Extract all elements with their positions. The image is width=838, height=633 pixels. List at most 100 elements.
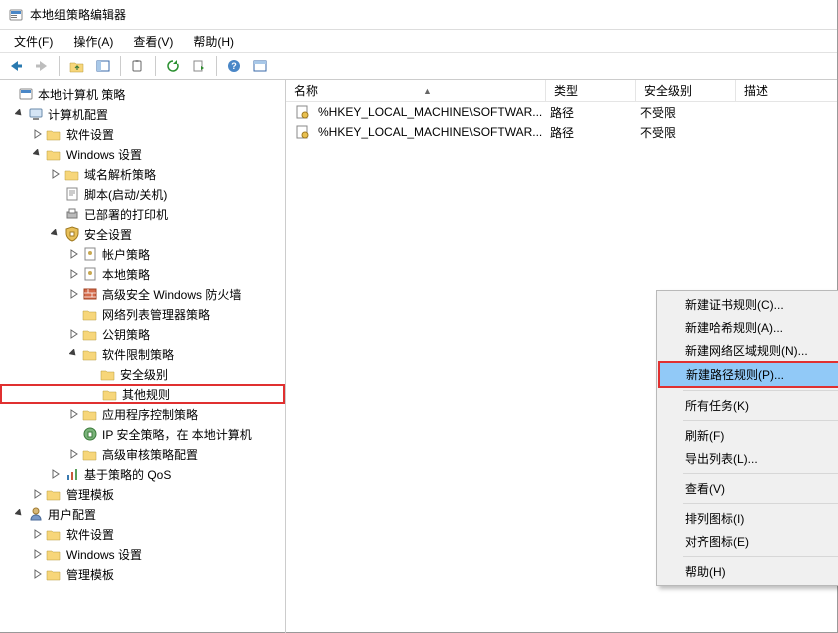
tree-label: Windows 设置 <box>66 146 142 163</box>
expand-icon[interactable] <box>50 468 62 480</box>
properties-button[interactable] <box>248 54 272 78</box>
cell-type: 路径 <box>546 104 636 121</box>
menu-file[interactable]: 文件(F) <box>6 31 61 52</box>
tree-label: 软件设置 <box>66 526 114 543</box>
tree-user-software[interactable]: 软件设置 <box>0 524 285 544</box>
nav-forward-button[interactable] <box>30 54 54 78</box>
tree-dns-policy[interactable]: 域名解析策略 <box>0 164 285 184</box>
tree-user-templates[interactable]: 管理模板 <box>0 564 285 584</box>
tree-scripts[interactable]: 脚本(启动/关机) <box>0 184 285 204</box>
expand-icon[interactable] <box>68 268 80 280</box>
menu-action[interactable]: 操作(A) <box>65 31 121 52</box>
tree-label: Windows 设置 <box>66 546 142 563</box>
cm-refresh[interactable]: 刷新(F) <box>659 424 838 447</box>
tree-label: 管理模板 <box>66 566 114 583</box>
tree-windows-settings[interactable]: Windows 设置 <box>0 144 285 164</box>
tree-software-settings[interactable]: 软件设置 <box>0 124 285 144</box>
content-area: 本地计算机 策略 计算机配置 软件设置 <box>0 80 837 633</box>
tree-label: 高级审核策略配置 <box>102 446 198 463</box>
titlebar: 本地组策略编辑器 <box>0 0 837 30</box>
tree-network-list[interactable]: 网络列表管理器策略 <box>0 304 285 324</box>
tree-ip-security[interactable]: IP 安全策略，在 本地计算机 <box>0 424 285 444</box>
expand-icon[interactable] <box>32 128 44 140</box>
cm-arrange-icons[interactable]: 排列图标(I)▶ <box>659 507 838 530</box>
expand-icon[interactable] <box>32 488 44 500</box>
cm-new-cert-rule[interactable]: 新建证书规则(C)... <box>659 293 838 316</box>
folder-icon <box>82 306 98 322</box>
tree-software-restriction[interactable]: 软件限制策略 <box>0 344 285 364</box>
menubar: 文件(F) 操作(A) 查看(V) 帮助(H) <box>0 30 837 52</box>
tree-admin-templates[interactable]: 管理模板 <box>0 484 285 504</box>
copy-button[interactable] <box>126 54 150 78</box>
cm-view[interactable]: 查看(V)▶ <box>659 477 838 500</box>
export-button[interactable] <box>187 54 211 78</box>
tree-user-config[interactable]: 用户配置 <box>0 504 285 524</box>
policy-icon <box>82 246 98 262</box>
tree-user-windows[interactable]: Windows 设置 <box>0 544 285 564</box>
expand-icon[interactable] <box>68 288 80 300</box>
collapse-icon[interactable] <box>50 228 62 240</box>
collapse-icon[interactable] <box>14 508 26 520</box>
tree-local-policies[interactable]: 本地策略 <box>0 264 285 284</box>
tree-label: 管理模板 <box>66 486 114 503</box>
tree-root[interactable]: 本地计算机 策略 <box>0 84 285 104</box>
tree-app-control[interactable]: 应用程序控制策略 <box>0 404 285 424</box>
tree-label: 软件设置 <box>66 126 114 143</box>
printer-icon <box>64 206 80 222</box>
expand-icon[interactable] <box>32 528 44 540</box>
collapse-icon[interactable] <box>14 108 26 120</box>
tree-label: 脚本(启动/关机) <box>84 186 167 203</box>
nav-back-button[interactable] <box>4 54 28 78</box>
column-security-level[interactable]: 安全级别 <box>636 80 736 101</box>
tree-advanced-firewall[interactable]: 高级安全 Windows 防火墙 <box>0 284 285 304</box>
cm-export-list[interactable]: 导出列表(L)... <box>659 447 838 470</box>
folder-icon <box>82 326 98 342</box>
tree-deployed-printers[interactable]: 已部署的打印机 <box>0 204 285 224</box>
help-button[interactable]: ? <box>222 54 246 78</box>
cm-all-tasks[interactable]: 所有任务(K)▶ <box>659 394 838 417</box>
expand-icon[interactable] <box>68 448 80 460</box>
cm-new-zone-rule[interactable]: 新建网络区域规则(N)... <box>659 339 838 362</box>
tree-advanced-audit[interactable]: 高级审核策略配置 <box>0 444 285 464</box>
tree-label: 高级安全 Windows 防火墙 <box>102 286 241 303</box>
cm-new-hash-rule[interactable]: 新建哈希规则(A)... <box>659 316 838 339</box>
tree-security-levels[interactable]: 安全级别 <box>0 364 285 384</box>
tree-account-policies[interactable]: 帐户策略 <box>0 244 285 264</box>
expand-icon[interactable] <box>68 328 80 340</box>
cm-help[interactable]: 帮助(H) <box>659 560 838 583</box>
menu-view[interactable]: 查看(V) <box>125 31 181 52</box>
cm-separator <box>683 556 838 557</box>
tree-security-settings[interactable]: 安全设置 <box>0 224 285 244</box>
column-name[interactable]: 名称▲ <box>286 80 546 101</box>
up-folder-button[interactable] <box>65 54 89 78</box>
collapse-icon[interactable] <box>68 348 80 360</box>
expand-icon[interactable] <box>4 88 16 100</box>
list-header: 名称▲ 类型 安全级别 描述 <box>286 80 837 102</box>
folder-icon <box>82 406 98 422</box>
refresh-button[interactable] <box>161 54 185 78</box>
list-row[interactable]: %HKEY_LOCAL_MACHINE\SOFTWAR... 路径 不受限 <box>286 102 837 122</box>
expand-icon[interactable] <box>68 248 80 260</box>
expand-icon[interactable] <box>68 408 80 420</box>
column-type[interactable]: 类型 <box>546 80 636 101</box>
cm-new-path-rule[interactable]: 新建路径规则(P)... <box>660 363 838 386</box>
tree-other-rules[interactable]: 其他规则 <box>0 384 285 404</box>
show-hide-tree-button[interactable] <box>91 54 115 78</box>
collapse-icon[interactable] <box>32 148 44 160</box>
tree-label: 安全级别 <box>120 366 168 383</box>
tree-public-key[interactable]: 公钥策略 <box>0 324 285 344</box>
tree-computer-config[interactable]: 计算机配置 <box>0 104 285 124</box>
tree-label: 计算机配置 <box>48 106 108 123</box>
cm-align-icons[interactable]: 对齐图标(E) <box>659 530 838 553</box>
column-description[interactable]: 描述 <box>736 80 837 101</box>
tree-label: 其他规则 <box>122 386 170 403</box>
menu-help[interactable]: 帮助(H) <box>185 31 242 52</box>
expand-icon[interactable] <box>32 568 44 580</box>
expand-icon[interactable] <box>32 548 44 560</box>
expand-icon[interactable] <box>50 168 62 180</box>
script-icon <box>64 186 80 202</box>
policy-root-icon <box>18 86 34 102</box>
list-row[interactable]: %HKEY_LOCAL_MACHINE\SOFTWAR... 路径 不受限 <box>286 122 837 142</box>
cm-separator <box>683 473 838 474</box>
tree-qos[interactable]: 基于策略的 QoS <box>0 464 285 484</box>
